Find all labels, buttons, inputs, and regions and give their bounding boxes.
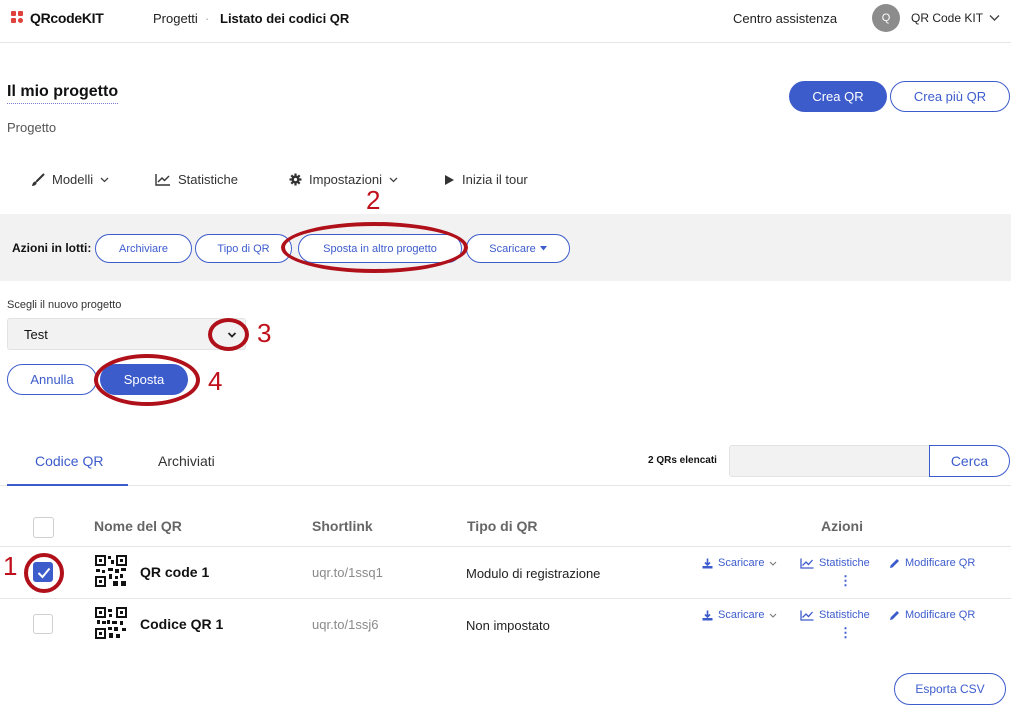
avatar-initial: Q [881,12,891,24]
tab-settings[interactable]: Impostazioni [289,172,398,187]
logo-icon [11,11,25,25]
tab-statistics-label: Statistiche [178,172,238,187]
gear-icon [289,173,302,186]
breadcrumb-projects[interactable]: Progetti [153,11,198,26]
download-dropdown-button[interactable]: Scaricare [466,234,570,263]
column-header-shortlink[interactable]: Shortlink [312,518,373,534]
row-edit-label: Modificare QR [905,609,976,621]
qr-count: 2 QRs elencati [648,455,717,466]
pencil-icon [890,558,899,568]
row-statistics-label: Statistiche [819,609,870,621]
row-checkbox[interactable] [33,562,53,582]
row-statistics-button[interactable]: Statistiche [800,557,870,569]
row-download-label: Scaricare [718,557,765,569]
more-options-icon[interactable]: ⋮ [839,573,852,589]
tab-templates-label: Modelli [52,172,94,187]
create-multiple-qr-button[interactable]: Crea più QR [890,81,1010,112]
row-edit-button[interactable]: Modificare QR [889,557,975,569]
breadcrumb-separator: · [205,11,210,26]
annotation-ring-select [208,318,249,351]
chevron-down-icon [389,177,398,182]
row-edit-button[interactable]: Modificare QR [889,609,975,621]
select-all-checkbox[interactable] [33,517,54,538]
download-icon [702,558,713,568]
cancel-button[interactable]: Annulla [7,364,97,395]
top-navbar: QRcodeKIT Progetti · Listato dei codici … [0,0,1011,43]
archive-button[interactable]: Archiviare [95,234,192,263]
row-divider [0,598,1011,599]
qr-type: Modulo di registrazione [466,566,601,581]
active-tab-indicator [7,484,128,486]
chevron-down-icon [100,177,109,182]
chevron-down-icon[interactable] [989,14,1000,22]
breadcrumb-current: Listato dei codici QR [220,11,350,26]
row-download-button[interactable]: Scaricare [702,609,777,621]
column-header-actions: Azioni [821,518,863,534]
start-tour-button[interactable]: Inizia il tour [444,172,528,187]
qr-type-button[interactable]: Tipo di QR [195,234,292,263]
brand-logo[interactable]: QRcodeKIT [11,10,104,26]
start-tour-label: Inizia il tour [462,172,528,187]
annotation-number-1: 1 [3,551,18,581]
qr-code-thumbnail[interactable] [95,555,127,587]
choose-project-label: Scegli il nuovo progetto [7,299,122,311]
qr-type: Non impostato [466,618,550,633]
chevron-down-icon [770,561,777,566]
project-subtitle: Progetto [7,120,57,135]
search-input[interactable] [729,445,930,477]
tab-templates[interactable]: Modelli [31,172,109,187]
caret-down-icon [539,246,547,251]
qr-shortlink[interactable]: uqr.to/1ssj6 [312,617,379,632]
qr-shortlink[interactable]: uqr.to/1ssq1 [312,565,383,580]
brush-icon [32,173,45,186]
search-button[interactable]: Cerca [929,445,1010,477]
qr-name[interactable]: Codice QR 1 [140,616,223,632]
chart-line-icon [800,558,814,569]
row-statistics-button[interactable]: Statistiche [800,609,870,621]
qr-code-thumbnail[interactable] [95,607,127,639]
row-download-label: Scaricare [718,609,765,621]
row-checkbox[interactable] [33,614,53,634]
play-icon [445,174,454,185]
project-select-value: Test [24,327,48,342]
avatar[interactable]: Q [872,4,900,32]
annotation-number-4: 4 [208,366,223,396]
checkmark-icon [37,567,51,579]
annotation-number-2: 2 [366,185,381,215]
qr-name[interactable]: QR code 1 [140,564,209,580]
row-divider [0,546,1011,547]
project-title[interactable]: Il mio progetto [7,83,119,104]
chevron-down-icon [770,613,777,618]
tab-qr-codes[interactable]: Codice QR [35,453,103,469]
annotation-number-3: 3 [257,318,272,348]
chart-line-icon [800,610,814,621]
pencil-icon [890,610,899,620]
batch-actions-label: Azioni in lotti: [12,241,92,255]
row-download-button[interactable]: Scaricare [702,557,777,569]
annotation-ring-confirm [94,354,200,406]
account-name[interactable]: QR Code KIT [911,11,983,25]
tabs-divider [0,485,1011,486]
chart-line-icon [155,174,170,186]
column-header-name[interactable]: Nome del QR [94,518,182,534]
tab-archived[interactable]: Archiviati [158,453,215,469]
annotation-ring-move [281,222,468,273]
logo-text: QRcodeKIT [30,10,104,26]
row-edit-label: Modificare QR [905,557,976,569]
more-options-icon[interactable]: ⋮ [839,625,852,641]
column-header-type[interactable]: Tipo di QR [467,518,538,534]
download-dropdown-label: Scaricare [489,242,536,255]
row-statistics-label: Statistiche [819,557,870,569]
help-center-link[interactable]: Centro assistenza [733,11,837,26]
tab-statistics[interactable]: Statistiche [155,172,238,187]
create-qr-button[interactable]: Crea QR [789,81,887,112]
download-icon [702,610,713,620]
export-csv-button[interactable]: Esporta CSV [894,673,1006,705]
